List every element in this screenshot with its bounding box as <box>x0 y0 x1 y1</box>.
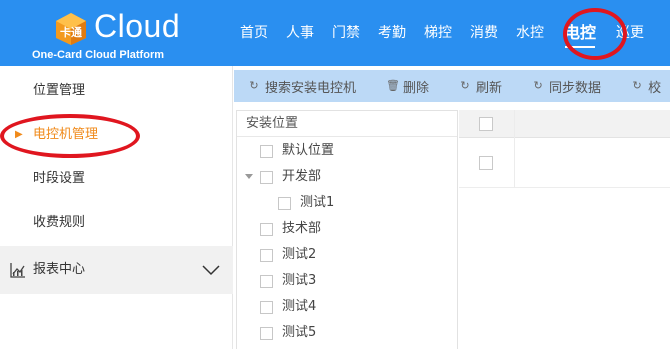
sidebar-item-label: 时段设置 <box>33 171 86 186</box>
nav-elevator[interactable]: 梯控 <box>415 0 461 66</box>
tree-node-label: 测试5 <box>282 325 317 340</box>
tree-node-label: 默认位置 <box>282 143 335 158</box>
tree-checkbox[interactable] <box>260 144 273 158</box>
sidebar-group-label: 报表中心 <box>33 262 86 277</box>
tree-checkbox[interactable] <box>260 170 273 184</box>
sidebar: 位置管理 ▶ 电控机管理 时段设置 收费规则 报表中心 <box>0 66 233 349</box>
sidebar-item-label: 位置管理 <box>33 83 86 98</box>
tree-node-label: 测试4 <box>282 299 317 314</box>
tree-node[interactable]: 测试2 <box>260 242 316 268</box>
delete-button[interactable]: 🗑 删除 <box>386 77 429 96</box>
refresh-icon: ↻ <box>632 79 642 92</box>
logo-subtitle: One-Card Cloud Platform <box>32 49 165 61</box>
button-label: 校 <box>648 80 662 96</box>
button-label: 刷新 <box>476 80 503 96</box>
tree-checkbox[interactable] <box>260 326 273 340</box>
tree-checkbox[interactable] <box>278 196 291 210</box>
tree-checkbox[interactable] <box>260 222 273 236</box>
tree-node-label: 测试2 <box>282 247 317 262</box>
refresh-icon: ↻ <box>249 79 259 92</box>
nav-attendance[interactable]: 考勤 <box>369 0 415 66</box>
sidebar-item-label: 收费规则 <box>33 215 86 230</box>
table-header <box>459 110 670 138</box>
toolbar: ↻ 搜索安装电控机 🗑 删除 ↻ 刷新 ↻ 同步数据 ↻ 校 <box>234 70 670 102</box>
tree-node-label: 测试3 <box>282 273 317 288</box>
sidebar-item-location[interactable]: 位置管理 <box>0 69 233 113</box>
nav-access-control[interactable]: 门禁 <box>323 0 369 66</box>
logo-wordmark: Cloud <box>94 8 181 44</box>
sidebar-item-billing-rules[interactable]: 收费规则 <box>0 201 233 245</box>
button-label: 同步数据 <box>549 80 602 96</box>
chart-icon <box>10 263 25 278</box>
sidebar-item-time-period[interactable]: 时段设置 <box>0 157 233 201</box>
sidebar-group-reports[interactable]: 报表中心 <box>0 246 233 294</box>
button-label: 删除 <box>403 80 430 96</box>
tree-expand-toggle-icon[interactable] <box>245 174 253 179</box>
table-row[interactable] <box>459 138 670 188</box>
tree-node-label: 开发部 <box>282 169 322 184</box>
refresh-icon: ↻ <box>533 79 543 92</box>
refresh-button[interactable]: ↻ 刷新 <box>459 77 502 96</box>
tree-checkbox[interactable] <box>260 274 273 288</box>
refresh-icon: ↻ <box>460 79 470 92</box>
nav-water-control[interactable]: 水控 <box>507 0 553 66</box>
tree-node-label: 技术部 <box>282 221 322 236</box>
chevron-down-icon <box>202 265 220 276</box>
nav-consumption[interactable]: 消费 <box>461 0 507 66</box>
column-divider <box>514 110 515 188</box>
calibrate-button[interactable]: ↻ 校 <box>631 77 661 96</box>
row-checkbox[interactable] <box>479 156 493 170</box>
select-all-checkbox[interactable] <box>479 117 493 131</box>
annotation-circle-sidebar <box>0 114 140 158</box>
tree-node-label: 测试1 <box>300 195 335 210</box>
tree-node[interactable]: 测试5 <box>260 320 316 346</box>
sync-data-button[interactable]: ↻ 同步数据 <box>532 77 601 96</box>
tree-node[interactable]: 测试4 <box>260 294 316 320</box>
meter-table <box>459 110 670 349</box>
location-tree: 安装位置 默认位置 开发部 测试1 技术部 测试2 测试3 测试4 测试5 <box>236 110 458 349</box>
tree-node[interactable]: 默认位置 <box>260 138 334 164</box>
search-install-button[interactable]: ↻ 搜索安装电控机 <box>248 77 356 96</box>
tree-checkbox[interactable] <box>260 300 273 314</box>
tree-header: 安装位置 <box>237 111 457 137</box>
button-label: 搜索安装电控机 <box>265 80 357 96</box>
nav-home[interactable]: 首页 <box>231 0 277 66</box>
nav-personnel[interactable]: 人事 <box>277 0 323 66</box>
logo-icon: 卡通 <box>54 12 88 46</box>
trash-icon: 🗑 <box>386 79 400 92</box>
svg-text:卡通: 卡通 <box>60 25 82 39</box>
tree-node[interactable]: 测试1 <box>278 190 334 216</box>
tree-node[interactable]: 开发部 <box>260 164 321 190</box>
tree-node[interactable]: 技术部 <box>260 216 321 242</box>
tree-checkbox[interactable] <box>260 248 273 262</box>
tree-node[interactable]: 测试3 <box>260 268 316 294</box>
annotation-circle-nav <box>563 8 627 60</box>
